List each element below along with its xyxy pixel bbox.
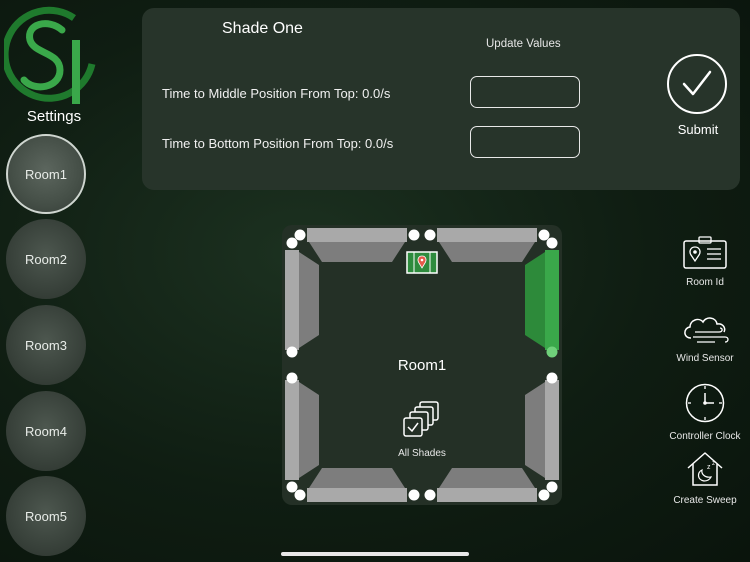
shade-bottom-left[interactable] [294, 468, 420, 502]
update-values-label: Update Values [486, 38, 561, 50]
submit-label[interactable]: Submit [662, 122, 734, 137]
shade-settings-panel: Shade One Update Values Time to Middle P… [142, 8, 740, 190]
app-logo [1, 4, 104, 108]
clock-icon [685, 383, 725, 423]
room-button-5[interactable]: Room5 [6, 476, 86, 556]
svg-text:z: z [707, 464, 711, 471]
room-id-label: Room Id [686, 277, 724, 288]
room-button-3[interactable]: Room3 [6, 305, 86, 385]
submit-button[interactable] [667, 54, 727, 114]
wind-sensor-label: Wind Sensor [676, 353, 734, 364]
room-shade-map: Room1 All Shades [282, 225, 562, 505]
bottom-position-label: Time to Bottom Position From Top: 0.0/s [162, 136, 394, 151]
controller-clock-button[interactable]: Controller Clock [660, 382, 750, 442]
room-button-label: Room1 [25, 166, 67, 182]
svg-text:z: z [712, 461, 715, 467]
create-sweep-label: Create Sweep [673, 495, 737, 506]
shade-right-bottom[interactable] [525, 372, 559, 493]
room-name: Room1 [397, 357, 447, 374]
id-card-icon [683, 236, 727, 269]
room-button-label: Room4 [25, 423, 67, 439]
house-sleep-icon: z z [687, 452, 723, 486]
room-button-label: Room2 [25, 251, 67, 267]
shade-left-bottom[interactable] [285, 372, 319, 493]
map-location-icon[interactable] [406, 251, 438, 274]
room-button-1[interactable]: Room1 [6, 134, 86, 214]
middle-position-label: Time to Middle Position From Top: 0.0/s [162, 86, 391, 101]
room-button-label: Room3 [25, 337, 67, 353]
shade-title: Shade One [222, 20, 303, 37]
all-shades-label[interactable]: All Shades [282, 448, 562, 459]
shade-left-top[interactable] [285, 237, 319, 358]
room-id-button[interactable]: Room Id [660, 236, 750, 288]
all-shades-icon[interactable] [403, 401, 439, 437]
middle-position-input[interactable] [470, 76, 580, 108]
shade-right-top[interactable] [525, 237, 559, 358]
room-button-label: Room5 [25, 508, 67, 524]
room-button-4[interactable]: Room4 [6, 391, 86, 471]
wind-cloud-icon [684, 317, 729, 343]
settings-label[interactable]: Settings [0, 108, 108, 125]
shade-top-left[interactable] [294, 228, 420, 262]
home-indicator[interactable] [281, 552, 469, 556]
create-sweep-button[interactable]: z z Create Sweep [660, 450, 750, 506]
shade-bottom-right[interactable] [424, 468, 550, 502]
shade-top-right[interactable] [424, 228, 550, 262]
bottom-position-input[interactable] [470, 126, 580, 158]
checkmark-icon [682, 70, 712, 96]
controller-clock-label: Controller Clock [669, 431, 741, 442]
wind-sensor-button[interactable]: Wind Sensor [660, 312, 750, 364]
room-button-2[interactable]: Room2 [6, 219, 86, 299]
